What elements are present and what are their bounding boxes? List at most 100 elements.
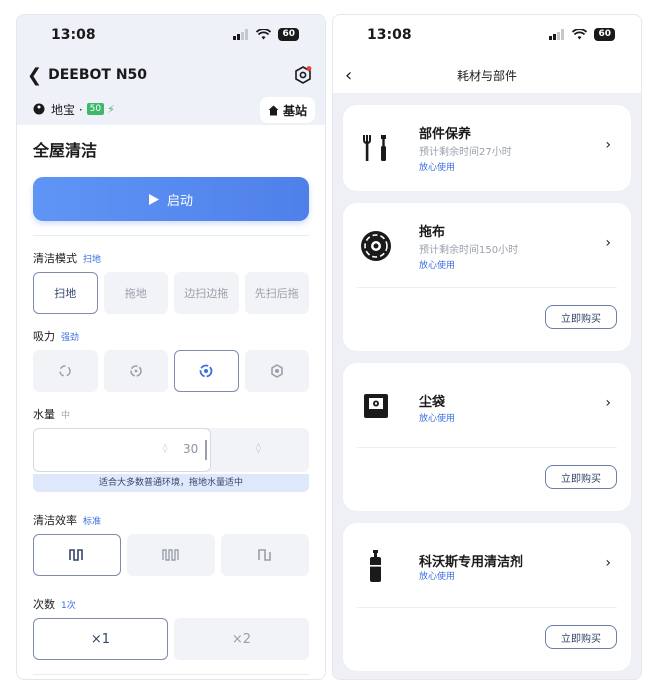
page-header-title: 耗材与部件: [456, 68, 517, 83]
part-card-dust-bag: 尘袋 放心使用 › 立即购买: [343, 363, 631, 511]
water-label: 水量: [33, 408, 55, 421]
part-status: 放心使用: [419, 414, 456, 424]
suction-option-strong[interactable]: [174, 350, 239, 392]
clean-mode-label: 清洁模式: [33, 252, 77, 265]
start-button[interactable]: 启动: [33, 177, 309, 221]
count-value: 1次: [61, 600, 76, 611]
status-icons: 60: [549, 28, 615, 41]
divider: [357, 287, 617, 288]
suction-option-standard[interactable]: [103, 350, 168, 392]
base-station-button[interactable]: 基站: [259, 97, 315, 123]
device-name: 地宝 ·: [51, 102, 83, 117]
path-standard-icon: [69, 549, 83, 561]
top-nav: ‹ 耗材与部件: [333, 57, 641, 93]
chevron-right-icon: ›: [605, 235, 611, 251]
part-remaining-time: 预计剩余时间150小时: [419, 245, 519, 256]
suction-label: 吸力: [33, 330, 55, 343]
page-title: 全屋清洁: [33, 141, 98, 160]
clean-mode-option-sweep[interactable]: 扫地: [33, 272, 98, 314]
water-drop-icon: ◊: [163, 444, 168, 454]
efficiency-label: 清洁效率: [33, 514, 77, 527]
status-bar: 13:08 60: [333, 15, 641, 57]
status-bar: 13:08 60: [17, 15, 325, 57]
clean-mode-value: 扫地: [83, 254, 102, 265]
clean-mode-section: 清洁模式 扫地 扫地 拖地 边扫边拖 先扫后拖: [17, 250, 325, 314]
count-label: 次数: [33, 598, 55, 611]
divider: [357, 447, 617, 448]
part-name: 部件保养: [419, 127, 472, 142]
part-row-mop[interactable]: 拖布 预计剩余时间150小时 放心使用 ›: [343, 203, 631, 287]
clean-mode-option-sweep-then-mop[interactable]: 先扫后拖: [244, 272, 309, 314]
path-deep-icon: [162, 549, 179, 561]
wifi-icon: [572, 29, 588, 40]
cleaner-bottle-icon: [370, 550, 381, 582]
part-status: 放心使用: [419, 163, 456, 173]
part-card-cleaning-solution: 科沃斯专用清洁剂 放心使用 › 立即购买: [343, 523, 631, 671]
suction-section: 吸力 强劲: [17, 328, 325, 392]
device-battery: 50: [86, 103, 105, 115]
battery-indicator: 60: [594, 28, 615, 41]
home-icon: [268, 105, 279, 115]
part-status: 放心使用: [419, 572, 456, 582]
tools-icon: [363, 135, 386, 161]
part-card-mop: 拖布 预计剩余时间150小时 放心使用 › 立即购买: [343, 203, 631, 351]
cellular-signal-icon: [549, 29, 565, 40]
chevron-right-icon: ›: [605, 137, 611, 153]
part-name: 科沃斯专用清洁剂: [419, 555, 524, 570]
water-drop-icon: ◊: [256, 443, 261, 454]
part-row-cleaning-solution[interactable]: 科沃斯专用清洁剂 放心使用 ›: [343, 523, 631, 607]
water-level-value: 30: [183, 442, 199, 456]
top-nav: ❮ DEEBOT N50: [17, 57, 325, 93]
efficiency-option-quick[interactable]: [221, 534, 309, 576]
page-header-title: DEEBOT N50: [48, 67, 148, 83]
base-station-label: 基站: [282, 103, 307, 118]
chevron-right-icon: ›: [605, 395, 611, 411]
buy-now-button[interactable]: 立即购买: [545, 305, 617, 329]
efficiency-option-deep[interactable]: [127, 534, 215, 576]
suction-options: [33, 350, 309, 392]
count-option-2[interactable]: ×2: [174, 618, 309, 660]
count-option-1[interactable]: ×1: [33, 618, 168, 660]
back-icon[interactable]: ❮: [27, 65, 42, 86]
status-time: 13:08: [51, 27, 96, 43]
robot-icon: [33, 103, 45, 115]
charging-bolt-icon: ⚡: [107, 102, 115, 116]
efficiency-options: [33, 534, 309, 576]
suction-strong-icon: [199, 364, 213, 378]
divider: [357, 607, 617, 608]
buy-now-button[interactable]: 立即购买: [545, 625, 617, 649]
efficiency-value: 标准: [83, 516, 102, 527]
part-name: 尘袋: [419, 395, 446, 410]
status-icons: 60: [233, 28, 299, 41]
clean-mode-option-sweep-and-mop[interactable]: 边扫边拖: [174, 272, 239, 314]
suction-quiet-icon: [59, 365, 71, 377]
right-header: 13:08 60 ‹ 耗材与部件: [333, 15, 641, 93]
robot-control-screen: 13:08 60 ❮ DEEBOT N50 地宝 · 50 ⚡ 基站 全屋清洁 …: [16, 14, 326, 680]
battery-indicator: 60: [278, 28, 299, 41]
clean-mode-options: 扫地 拖地 边扫边拖 先扫后拖: [33, 272, 309, 314]
part-remaining-time: 预计剩余时间27小时: [419, 147, 512, 158]
clean-mode-option-mop[interactable]: 拖地: [103, 272, 168, 314]
cellular-signal-icon: [233, 29, 249, 40]
consumables-screen: 13:08 60 ‹ 耗材与部件 部件保养 预计剩余时间27小时 放心使用 › …: [332, 14, 642, 680]
water-slider-handle[interactable]: [205, 440, 207, 460]
part-row-dust-bag[interactable]: 尘袋 放心使用 ›: [343, 363, 631, 447]
suction-standard-icon: [129, 365, 142, 377]
chevron-right-icon: ›: [605, 555, 611, 571]
status-time: 13:08: [367, 27, 412, 43]
left-header: 13:08 60 ❮ DEEBOT N50 地宝 · 50 ⚡ 基站: [17, 15, 325, 125]
efficiency-option-standard[interactable]: [33, 534, 121, 576]
suction-option-max[interactable]: [244, 350, 309, 392]
wifi-icon: [256, 29, 272, 40]
part-status: 放心使用: [419, 261, 456, 271]
water-hint: 适合大多数普通环境，拖地水量适中: [33, 474, 309, 492]
efficiency-section: 清洁效率 标准: [17, 512, 325, 576]
buy-now-button[interactable]: 立即购买: [545, 465, 617, 489]
part-name: 拖布: [419, 225, 446, 240]
water-slider[interactable]: 30 ◊ ◊: [33, 428, 309, 472]
settings-hex-icon[interactable]: [293, 65, 313, 85]
count-options: ×1 ×2: [33, 618, 309, 660]
mop-icon: [361, 231, 391, 261]
part-card-maintenance[interactable]: 部件保养 预计剩余时间27小时 放心使用 ›: [343, 105, 631, 191]
suction-option-quiet[interactable]: [33, 350, 98, 392]
